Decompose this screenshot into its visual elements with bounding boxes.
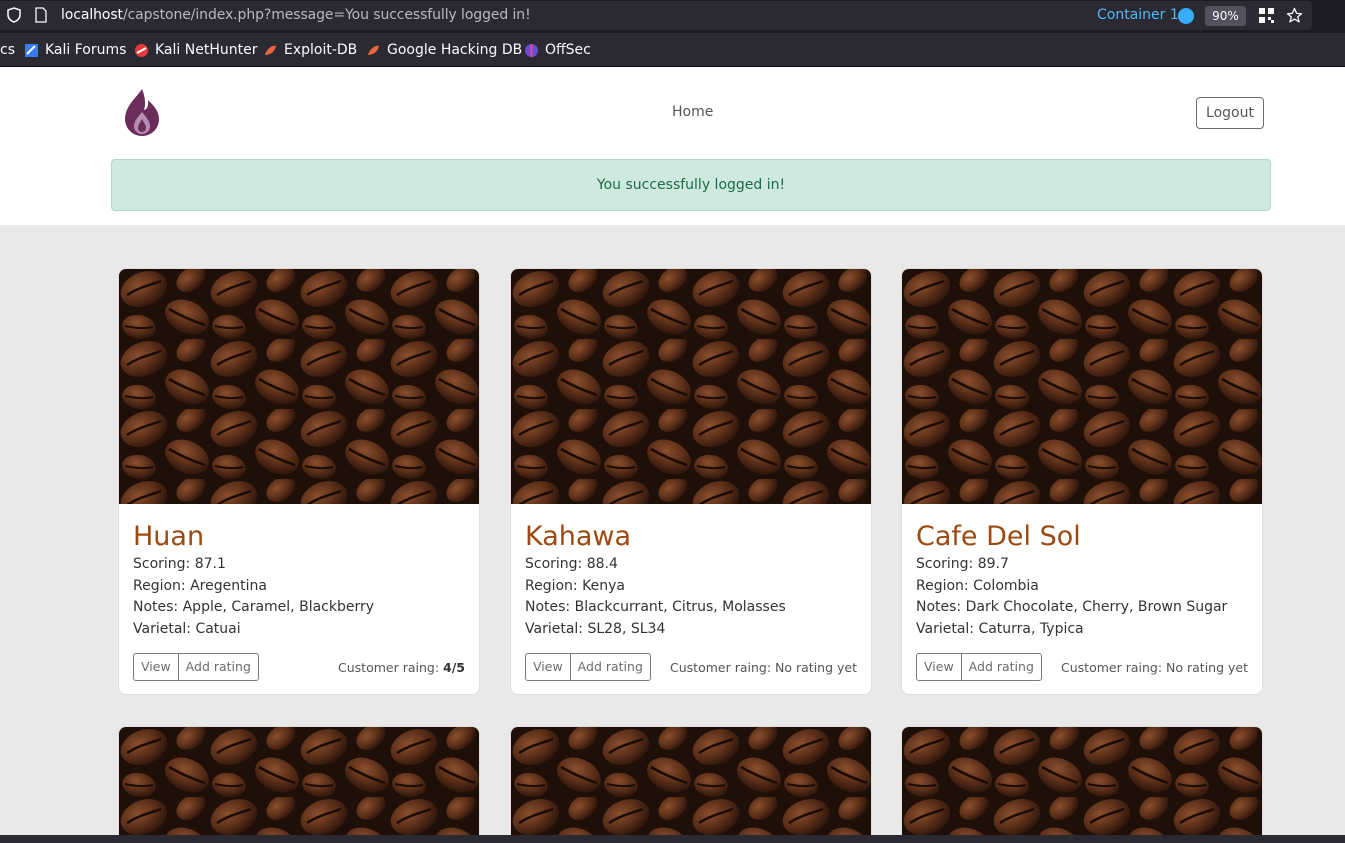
card-region: Region: Aregentina <box>133 578 267 594</box>
address-bar[interactable]: localhost/capstone/index.php?message=You… <box>0 1 1312 30</box>
bookmark-label: Kali Forums <box>45 42 127 58</box>
url-host: localhost <box>61 7 123 23</box>
offsec-icon <box>525 43 538 57</box>
card-actions: View Add rating <box>525 653 651 681</box>
bookmark-star-icon[interactable] <box>1286 7 1303 24</box>
bookmark-kali-forums[interactable]: Kali Forums <box>24 42 126 58</box>
view-button[interactable]: View <box>526 654 570 680</box>
window-bottom-edge <box>0 835 1345 843</box>
card-scoring: Scoring: 88.4 <box>525 556 618 572</box>
zoom-level[interactable]: 90% <box>1205 6 1246 26</box>
card-varietal: Varietal: Caturra, Typica <box>916 621 1084 637</box>
coffee-card-partial <box>118 726 480 843</box>
card-actions: View Add rating <box>916 653 1042 681</box>
exploit-db-icon <box>265 45 276 55</box>
qr-code-icon[interactable] <box>1259 8 1274 23</box>
coffee-beans-image <box>119 269 479 504</box>
coffee-card-partial <box>901 726 1263 843</box>
card-varietal: Varietal: Catuai <box>133 621 241 637</box>
bookmark-label: cs <box>0 42 15 58</box>
customer-rating: Customer raing: No rating yet <box>670 660 857 675</box>
bookmark-label: Google Hacking DB <box>387 42 523 58</box>
card-region: Region: Colombia <box>916 578 1039 594</box>
card-scoring: Scoring: 89.7 <box>916 556 1009 572</box>
coffee-card: Cafe Del Sol Scoring: 89.7 Region: Colom… <box>901 268 1263 695</box>
bookmark-google-hacking-db[interactable]: Google Hacking DB <box>366 42 522 58</box>
card-scoring: Scoring: 87.1 <box>133 556 226 572</box>
card-title: Huan <box>133 521 205 552</box>
google-hacking-db-icon <box>368 45 379 55</box>
view-button[interactable]: View <box>134 654 178 680</box>
card-notes: Notes: Apple, Caramel, Blackberry <box>133 599 375 615</box>
card-title: Kahawa <box>525 521 632 552</box>
rating-label: Customer raing: No rating yet <box>670 660 857 675</box>
container-dot-icon <box>1178 8 1194 24</box>
nav-home-link[interactable]: Home <box>672 104 713 120</box>
card-varietal: Varietal: SL28, SL34 <box>525 621 666 637</box>
customer-rating: Customer raing: No rating yet <box>1061 660 1248 675</box>
add-rating-button[interactable]: Add rating <box>569 654 650 680</box>
url-text[interactable]: localhost/capstone/index.php?message=You… <box>61 7 531 23</box>
url-path: /capstone/index.php?message=You successf… <box>122 7 531 23</box>
success-alert: You successfully logged in! <box>111 159 1271 211</box>
bookmark-label: OffSec <box>545 42 591 58</box>
add-rating-button[interactable]: Add rating <box>177 654 258 680</box>
card-title: Cafe Del Sol <box>916 521 1081 552</box>
coffee-beans-image <box>902 269 1262 504</box>
kali-forums-icon <box>25 43 38 57</box>
card-actions: View Add rating <box>133 653 259 681</box>
coffee-card-partial <box>510 726 872 843</box>
rating-label: Customer raing: No rating yet <box>1061 660 1248 675</box>
coffee-card: Kahawa Scoring: 88.4 Region: Kenya Notes… <box>510 268 872 695</box>
kali-nethunter-icon <box>135 43 148 57</box>
coffee-card: Huan Scoring: 87.1 Region: Aregentina No… <box>118 268 480 695</box>
bookmark-label: Exploit-DB <box>284 42 358 58</box>
logout-button[interactable]: Logout <box>1196 97 1264 129</box>
page-icon <box>35 7 47 23</box>
card-notes: Notes: Blackcurrant, Citrus, Molasses <box>525 599 786 615</box>
coffee-beans-image <box>119 727 479 843</box>
bookmarks-toolbar: cs Kali Forums Kali NetHunter Exploit-DB… <box>0 33 1345 67</box>
coffee-beans-image <box>511 727 871 843</box>
bookmark-label: Kali NetHunter <box>155 42 258 58</box>
container-label[interactable]: Container 1 <box>1097 7 1179 23</box>
shield-icon[interactable] <box>6 7 22 23</box>
rating-label: Customer raing: <box>338 660 444 675</box>
bookmark-offsec[interactable]: OffSec <box>524 42 591 58</box>
bookmark-kali-nethunter[interactable]: Kali NetHunter <box>134 42 257 58</box>
card-region: Region: Kenya <box>525 578 625 594</box>
view-button[interactable]: View <box>917 654 961 680</box>
browser-toolbar: localhost/capstone/index.php?message=You… <box>0 0 1345 33</box>
rating-value: 4/5 <box>443 660 465 675</box>
coffee-beans-image <box>511 269 871 504</box>
bookmark-item[interactable]: cs <box>0 42 15 58</box>
add-rating-button[interactable]: Add rating <box>960 654 1041 680</box>
flame-logo-icon[interactable] <box>122 88 162 137</box>
coffee-beans-image <box>902 727 1262 843</box>
customer-rating: Customer raing: 4/5 <box>338 660 465 675</box>
card-notes: Notes: Dark Chocolate, Cherry, Brown Sug… <box>916 599 1228 615</box>
bookmark-exploit-db[interactable]: Exploit-DB <box>263 42 357 58</box>
